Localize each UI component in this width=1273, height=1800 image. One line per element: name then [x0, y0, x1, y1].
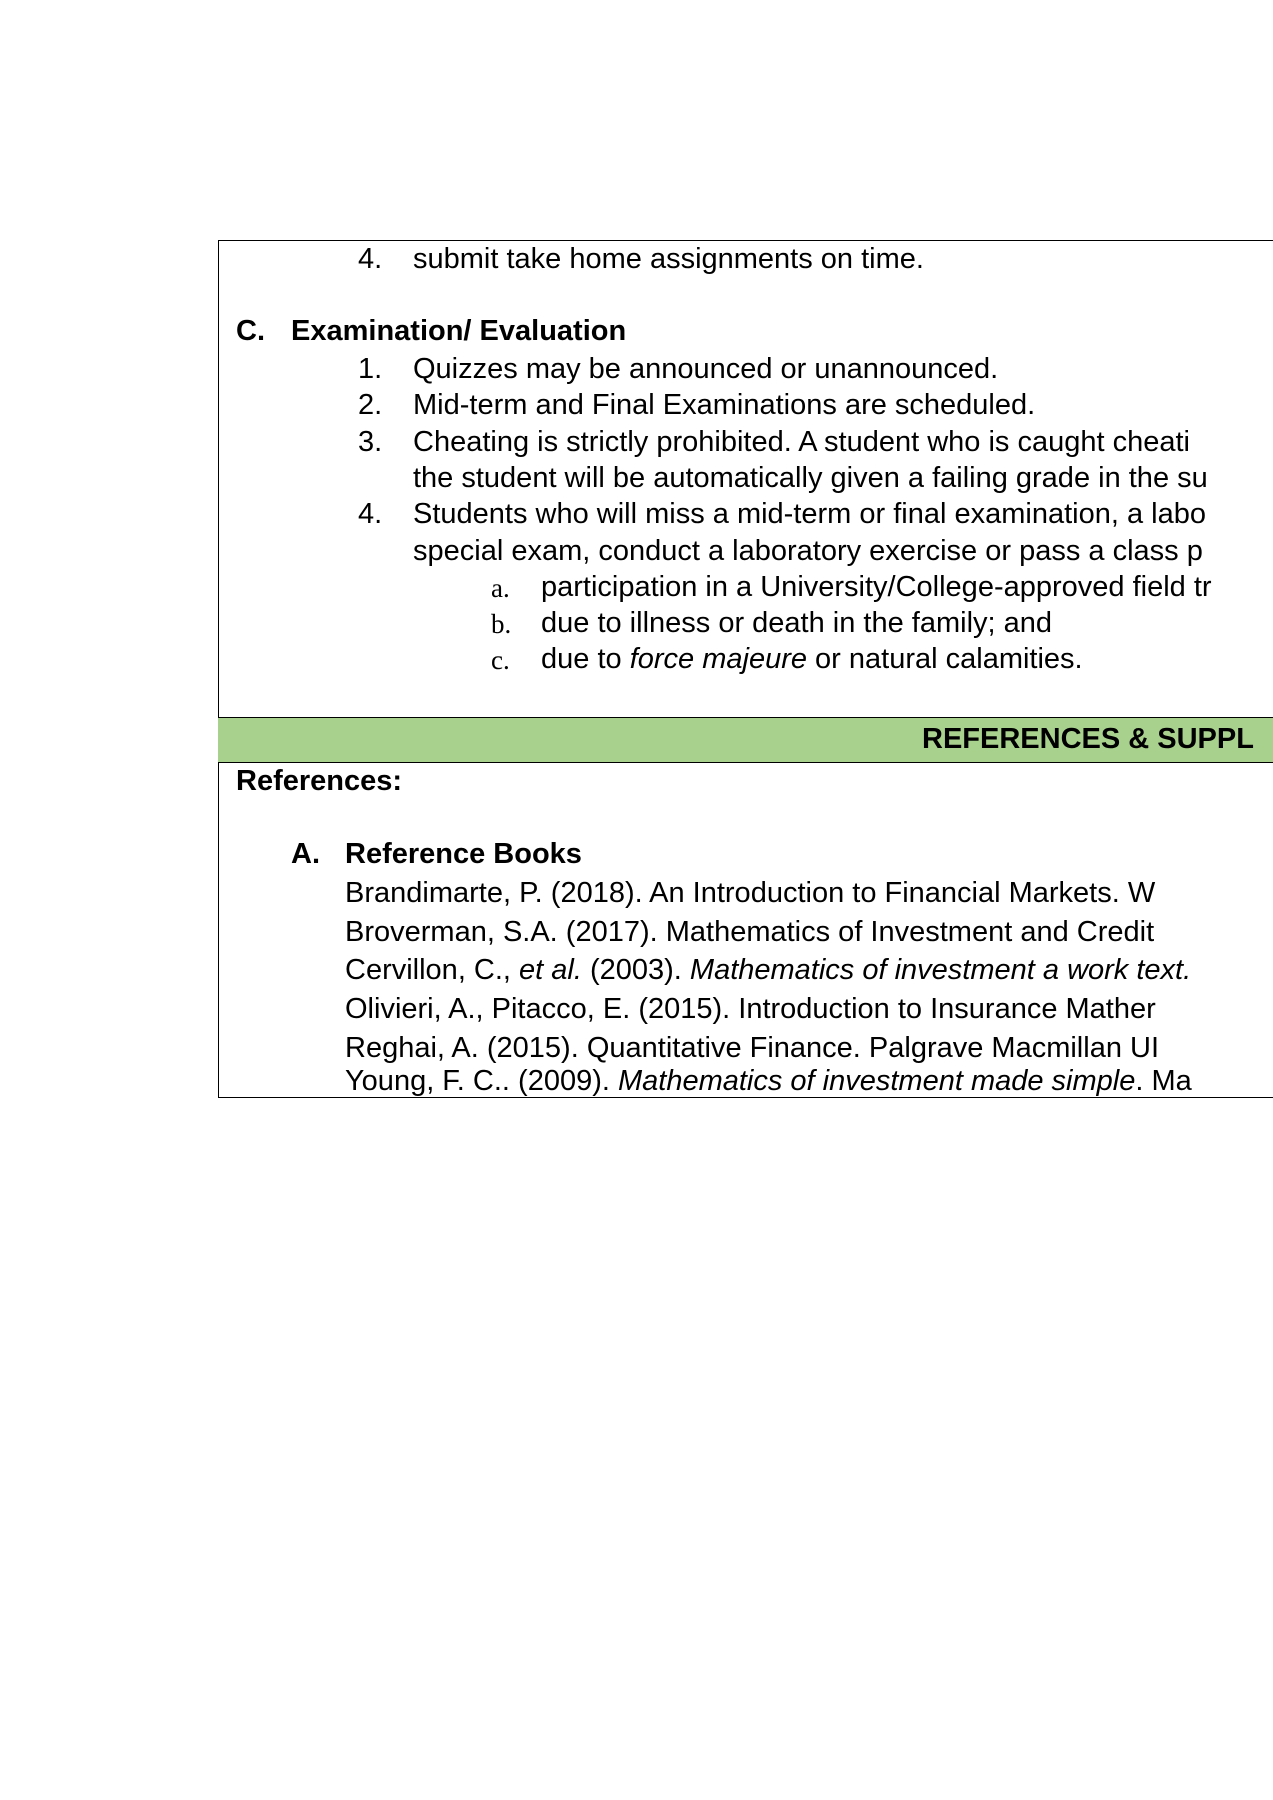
section-heading: Examination/ Evaluation [291, 315, 627, 347]
reference-entry: Brandimarte, P. (2018). An Introduction … [345, 877, 1156, 909]
sublist-letter: c. [491, 645, 510, 675]
references-section-title: REFERENCES & SUPPL [922, 723, 1254, 755]
list-item-text: Mid-term and Final Examinations are sche… [413, 389, 1036, 421]
list-item-text: Quizzes may be announced or unannounced. [413, 353, 999, 385]
list-number: 4. [358, 498, 383, 530]
subsection-letter: A. [291, 838, 320, 870]
list-item-text: submit take home assignments on time. [413, 243, 924, 275]
list-item-text-continued: special exam, conduct a laboratory exerc… [413, 535, 1203, 567]
reference-entry: Young, F. C.. (2009). Mathematics of inv… [345, 1065, 1192, 1097]
sublist-letter: b. [491, 609, 512, 639]
subsection-title: Reference Books [345, 838, 582, 870]
reference-entry: Broverman, S.A. (2017). Mathematics of I… [345, 916, 1155, 948]
section-letter: C. [236, 315, 265, 347]
list-item-text-continued: the student will be automatically given … [413, 462, 1208, 494]
list-number: 4. [358, 243, 383, 275]
references-label: References: [236, 765, 403, 797]
reference-entry: Cervillon, C., et al. (2003). Mathematic… [345, 954, 1192, 986]
list-number: 2. [358, 389, 383, 421]
sublist-letter: a. [491, 573, 510, 603]
list-number: 1. [358, 353, 383, 385]
reference-entry: Olivieri, A., Pitacco, E. (2015). Introd… [345, 993, 1156, 1025]
list-number: 3. [358, 426, 383, 458]
list-item-text: Students who will miss a mid-term or fin… [413, 498, 1206, 530]
reference-entry: Reghai, A. (2015). Quantitative Finance.… [345, 1032, 1160, 1064]
sublist-item-text: participation in a University/College-ap… [541, 571, 1212, 603]
sublist-item-text: due to force majeure or natural calamiti… [541, 643, 1083, 675]
sublist-item-text: due to illness or death in the family; a… [541, 607, 1053, 639]
list-item-text: Cheating is strictly prohibited. A stude… [413, 426, 1190, 458]
